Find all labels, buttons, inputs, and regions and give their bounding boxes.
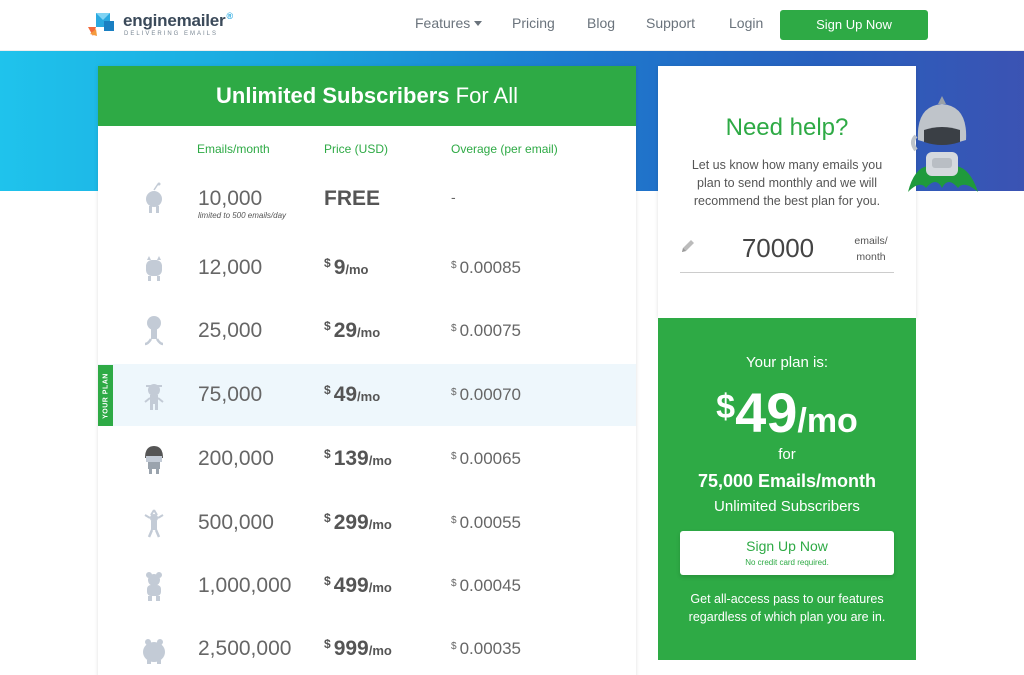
antenna-robot-icon [144,384,164,410]
plan-emails: 12,000 [198,256,263,279]
plan-price: $139/mo [324,447,392,470]
nav-blog[interactable]: Blog [587,15,615,31]
robot-mascot-illustration-icon [908,96,978,192]
plan-emails: 2,500,000 [198,637,292,660]
email-volume-field: emails/month [680,229,894,273]
plan-row-12000[interactable]: 12,000 $9/mo $0.00085 [98,237,636,299]
nav-pricing[interactable]: Pricing [512,15,555,31]
plan-signup-button[interactable]: Sign Up Now No credit card required. [680,531,894,575]
blob-monster-icon [143,639,165,664]
plan-price-display: $49/mo [716,381,858,444]
plan-emails: 500,000 [198,511,274,534]
plan-price: $499/mo [324,574,392,597]
plan-row-75000-selected[interactable]: 75,000 $49/mo $0.00070 [98,364,636,426]
plan-signup-label: Sign Up Now [746,538,828,554]
plan-overage: $0.00045 [451,576,522,595]
plan-emails: 200,000 [198,447,274,470]
column-header-price: Price (USD) [324,142,389,156]
plan-overage: - [451,189,456,205]
plan-emails-note: limited to 500 emails/day [198,211,287,220]
brand-tagline: DELIVERING EMAILS [124,31,219,37]
help-description: Let us know how many emails you plan to … [691,158,883,208]
plan-signup-note: No credit card required. [745,558,829,567]
email-volume-input[interactable] [720,231,836,265]
brand-name: enginemailer® [123,11,233,30]
plan-price: $299/mo [324,511,392,534]
plan-row-25000[interactable]: 25,000 $29/mo $0.00075 [98,300,636,362]
plan-price: $49/mo [324,383,381,406]
plan-price: $9/mo [324,256,369,279]
column-header-overage: Overage (per email) [451,142,558,156]
plan-emails: 1,000,000 [198,574,292,597]
plan-row-200000[interactable]: 200,000 $139/mo $0.00065 [98,428,636,490]
top-navigation-bar: enginemailer® DELIVERING EMAILS Features… [0,0,1024,51]
plan-row-1000000[interactable]: 1,000,000 $499/mo $0.00045 [98,555,636,617]
plan-emails: 10,000 [198,187,263,210]
plan-overage: $0.00055 [451,513,522,532]
stick-figure-icon [144,316,164,346]
helmet-robot-icon [145,446,163,474]
plan-price: $29/mo [324,319,381,342]
plan-row-500000[interactable]: 500,000 $299/mo $0.00055 [98,492,636,554]
plan-access-note: Get all-access pass to our features rega… [688,592,886,624]
column-header-emails: Emails/month [197,142,270,156]
alien-monster-icon [146,256,162,281]
plan-intro: Your plan is: [745,354,828,371]
chevron-down-icon [474,21,483,26]
plan-price: FREE [324,187,381,210]
plan-emails: 75,000 [198,383,263,406]
plan-for-label: for [778,446,796,463]
help-recommendation-card: Need help? Let us know how many emails y… [658,66,916,318]
plan-overage: $0.00065 [451,449,522,468]
envelope-cube-logo-icon [88,13,114,36]
plan-overage: $0.00070 [451,385,522,404]
help-title: Need help? [725,114,849,141]
plan-subscribers: Unlimited Subscribers [714,498,860,515]
nav-features[interactable]: Features [415,15,483,31]
brand-logo[interactable]: enginemailer® DELIVERING EMAILS [86,9,236,41]
plan-price: $999/mo [324,637,392,660]
email-volume-unit: emails/month [854,235,888,263]
plan-overage: $0.00035 [451,639,522,658]
plan-emails: 25,000 [198,319,263,342]
pricing-table-card: Unlimited Subscribers For All Emails/mon… [98,66,636,675]
plan-row-10000[interactable]: 10,000 limited to 500 emails/day FREE - [98,168,636,230]
dancing-sprout-icon [144,509,164,538]
pricing-table-title: Unlimited Subscribers For All [98,66,636,126]
header-signup-button[interactable]: Sign Up Now [780,10,928,40]
bear-figure-icon [146,572,162,601]
plan-volume: 75,000 Emails/month [697,471,877,491]
nav-support[interactable]: Support [646,15,695,31]
pencil-icon [682,240,694,252]
one-eyed-monster-icon [146,182,162,213]
plan-row-2500000[interactable]: 2,500,000 $999/mo $0.00035 [98,618,636,675]
plan-overage: $0.00075 [451,321,522,340]
your-plan-marker: YOUR PLAN [98,365,113,426]
nav-login[interactable]: Login [729,15,763,31]
selected-plan-card: Your plan is: $49/mo for 75,000 Emails/m… [658,318,916,660]
plan-overage: $0.00085 [451,258,522,277]
